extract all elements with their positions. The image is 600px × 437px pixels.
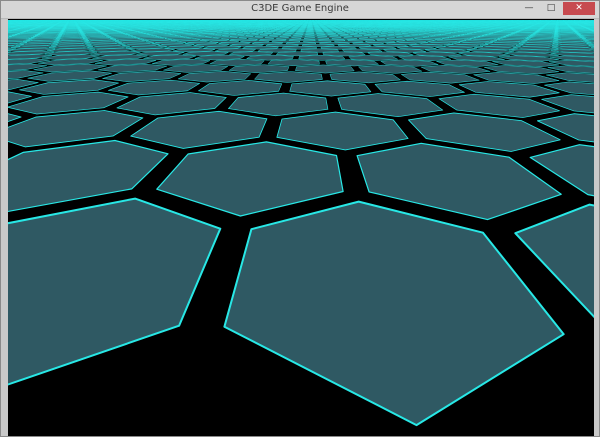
window-title: C3DE Game Engine xyxy=(251,3,349,14)
minimize-icon: — xyxy=(524,3,534,13)
hex-grid-scene xyxy=(8,19,594,436)
minimize-button[interactable]: — xyxy=(519,2,539,15)
app-window: C3DE Game Engine — □ ✕ xyxy=(0,0,600,437)
game-viewport[interactable] xyxy=(8,19,594,436)
maximize-button[interactable]: □ xyxy=(541,2,561,15)
title-bar[interactable]: C3DE Game Engine — □ ✕ xyxy=(1,1,599,19)
close-button[interactable]: ✕ xyxy=(563,2,595,15)
close-icon: ✕ xyxy=(575,3,583,13)
maximize-icon: □ xyxy=(546,3,556,13)
window-controls: — □ ✕ xyxy=(519,2,595,15)
